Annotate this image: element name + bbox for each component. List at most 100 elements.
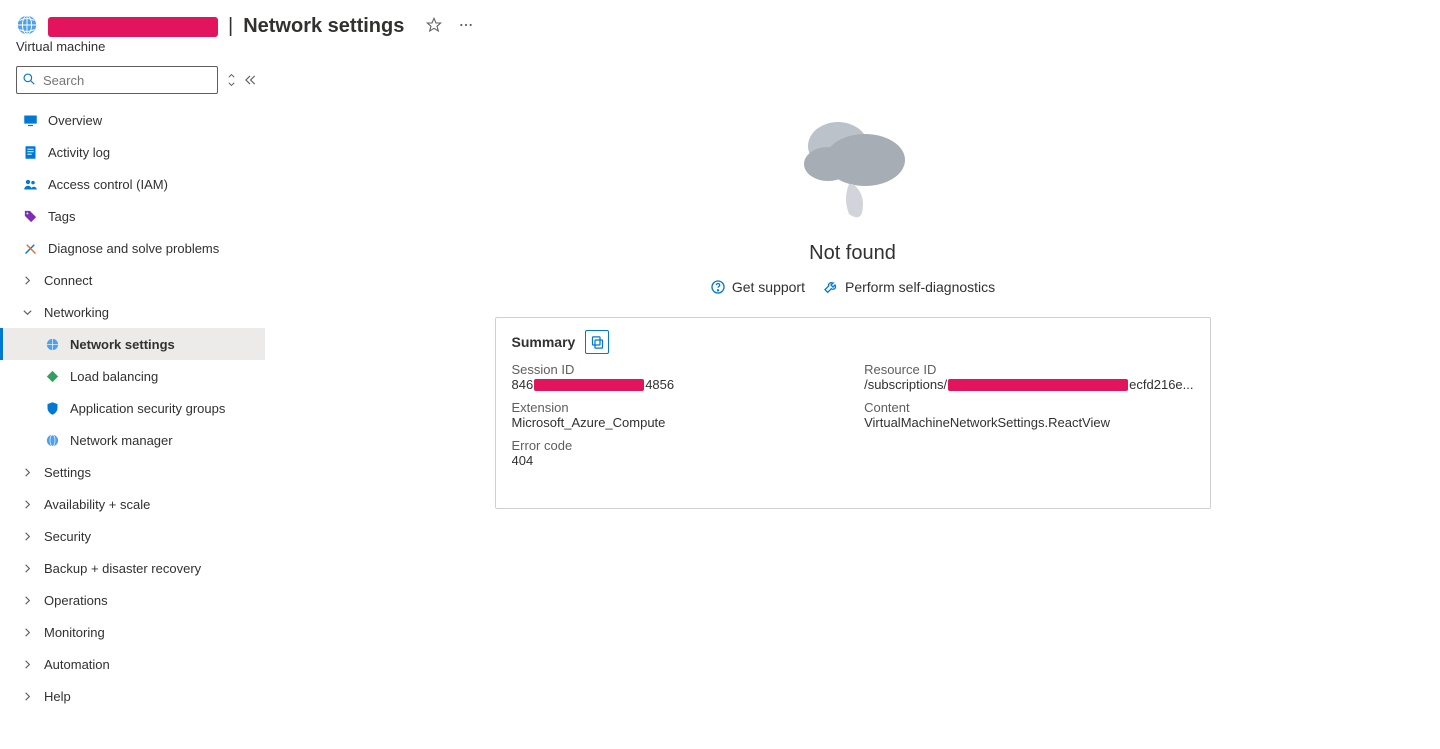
- sidebar-item-network-manager[interactable]: Network manager: [0, 424, 265, 456]
- field-label: Content: [864, 400, 1193, 415]
- sidebar-item-diagnose[interactable]: Diagnose and solve problems: [0, 232, 265, 264]
- sidebar-item-overview[interactable]: Overview: [0, 104, 265, 136]
- sidebar-item-label: Backup + disaster recovery: [44, 562, 201, 575]
- action-label: Perform self-diagnostics: [845, 279, 995, 295]
- sidebar-item-network-settings[interactable]: Network settings: [0, 328, 265, 360]
- chevron-right-icon: [20, 499, 34, 510]
- sidebar-item-label: Diagnose and solve problems: [48, 242, 219, 255]
- sidebar-item-label: Application security groups: [70, 402, 225, 415]
- search-icon: [22, 72, 36, 89]
- sidebar-item-label: Load balancing: [70, 370, 158, 383]
- sidebar-item-label: Help: [44, 690, 71, 703]
- sidebar-item-label: Overview: [48, 114, 102, 127]
- chevron-down-icon: [20, 307, 34, 318]
- summary-session-id: Session ID 846 4856: [512, 362, 841, 392]
- page-title: Network settings: [243, 15, 404, 38]
- self-diagnostics-link[interactable]: Perform self-diagnostics: [823, 279, 995, 295]
- sidebar-item-monitoring[interactable]: Monitoring: [0, 616, 265, 648]
- people-icon: [22, 177, 38, 192]
- field-value: 404: [512, 453, 841, 468]
- sidebar-item-automation[interactable]: Automation: [0, 648, 265, 680]
- summary-error-code: Error code 404: [512, 438, 841, 468]
- field-label: Resource ID: [864, 362, 1193, 377]
- tools-icon: [22, 241, 38, 256]
- get-support-link[interactable]: Get support: [710, 279, 805, 295]
- sidebar-item-load-balancing[interactable]: Load balancing: [0, 360, 265, 392]
- sidebar-item-label: Activity log: [48, 146, 110, 159]
- field-value: /subscriptions/ ecfd216e...: [864, 377, 1193, 392]
- sidebar-item-settings[interactable]: Settings: [0, 456, 265, 488]
- action-row: Get support Perform self-diagnostics: [710, 279, 995, 295]
- sidebar-item-availability[interactable]: Availability + scale: [0, 488, 265, 520]
- sidebar-item-iam[interactable]: Access control (IAM): [0, 168, 265, 200]
- action-label: Get support: [732, 279, 805, 295]
- sidebar-item-label: Monitoring: [44, 626, 105, 639]
- field-label: Session ID: [512, 362, 841, 377]
- expand-collapse-icon[interactable]: [226, 73, 237, 87]
- help-circle-icon: [710, 279, 726, 295]
- sidebar-item-label: Security: [44, 530, 91, 543]
- sidebar-search[interactable]: [16, 66, 218, 94]
- sidebar-item-tags[interactable]: Tags: [0, 200, 265, 232]
- sidebar-item-label: Automation: [44, 658, 110, 671]
- page-title-row: | Network settings: [48, 15, 404, 38]
- sidebar-item-security[interactable]: Security: [0, 520, 265, 552]
- chevron-right-icon: [20, 531, 34, 542]
- chevron-right-icon: [20, 275, 34, 286]
- favorite-star-icon[interactable]: [426, 17, 442, 36]
- redacted-value: [534, 379, 644, 391]
- chevron-right-icon: [20, 563, 34, 574]
- vm-globe-icon: [16, 14, 38, 39]
- log-icon: [22, 145, 38, 160]
- monitor-icon: [22, 113, 38, 128]
- copy-summary-button[interactable]: [585, 330, 609, 354]
- network-settings-icon: [44, 337, 60, 352]
- sidebar-item-label: Network manager: [70, 434, 173, 447]
- sidebar-item-label: Access control (IAM): [48, 178, 168, 191]
- collapse-sidebar-icon[interactable]: [243, 73, 257, 87]
- sidebar-item-label: Settings: [44, 466, 91, 479]
- more-menu-icon[interactable]: [458, 17, 474, 36]
- chevron-right-icon: [20, 467, 34, 478]
- sidebar-item-label: Tags: [48, 210, 75, 223]
- page-subtitle: Virtual machine: [0, 39, 1440, 54]
- main-content: Not found Get support Perform self-diagn…: [265, 54, 1440, 712]
- shield-icon: [44, 401, 60, 416]
- sidebar-item-asg[interactable]: Application security groups: [0, 392, 265, 424]
- sidebar-item-label: Operations: [44, 594, 108, 607]
- redacted-value: [948, 379, 1128, 391]
- title-separator: |: [226, 15, 235, 38]
- sidebar-item-networking[interactable]: Networking: [0, 296, 265, 328]
- sidebar-search-input[interactable]: [16, 66, 218, 94]
- field-label: Error code: [512, 438, 841, 453]
- sidebar-item-activity-log[interactable]: Activity log: [0, 136, 265, 168]
- network-manager-icon: [44, 433, 60, 448]
- summary-resource-id: Resource ID /subscriptions/ ecfd216e...: [864, 362, 1193, 392]
- chevron-right-icon: [20, 627, 34, 638]
- chevron-right-icon: [20, 595, 34, 606]
- tag-icon: [22, 209, 38, 224]
- summary-extension: Extension Microsoft_Azure_Compute: [512, 400, 841, 430]
- sidebar-item-label: Networking: [44, 306, 109, 319]
- sidebar-item-backup[interactable]: Backup + disaster recovery: [0, 552, 265, 584]
- notfound-illustration: Not found: [783, 104, 923, 265]
- resource-name-redacted: [48, 17, 218, 37]
- sidebar-item-label: Network settings: [70, 338, 175, 351]
- wrench-icon: [823, 279, 839, 295]
- sidebar-item-label: Availability + scale: [44, 498, 150, 511]
- sidebar: Overview Activity log Access control (IA…: [0, 54, 265, 712]
- sidebar-item-label: Connect: [44, 274, 92, 287]
- summary-title: Summary: [512, 334, 576, 350]
- chevron-right-icon: [20, 691, 34, 702]
- field-value: VirtualMachineNetworkSettings.ReactView: [864, 415, 1193, 430]
- chevron-right-icon: [20, 659, 34, 670]
- summary-box: Summary Session ID 846 4856: [495, 317, 1211, 509]
- sidebar-item-operations[interactable]: Operations: [0, 584, 265, 616]
- sidebar-item-help[interactable]: Help: [0, 680, 265, 712]
- load-balancing-icon: [44, 369, 60, 384]
- summary-content: Content VirtualMachineNetworkSettings.Re…: [864, 400, 1193, 430]
- notfound-title: Not found: [809, 242, 896, 265]
- field-value: 846 4856: [512, 377, 841, 392]
- sidebar-item-connect[interactable]: Connect: [0, 264, 265, 296]
- field-value: Microsoft_Azure_Compute: [512, 415, 841, 430]
